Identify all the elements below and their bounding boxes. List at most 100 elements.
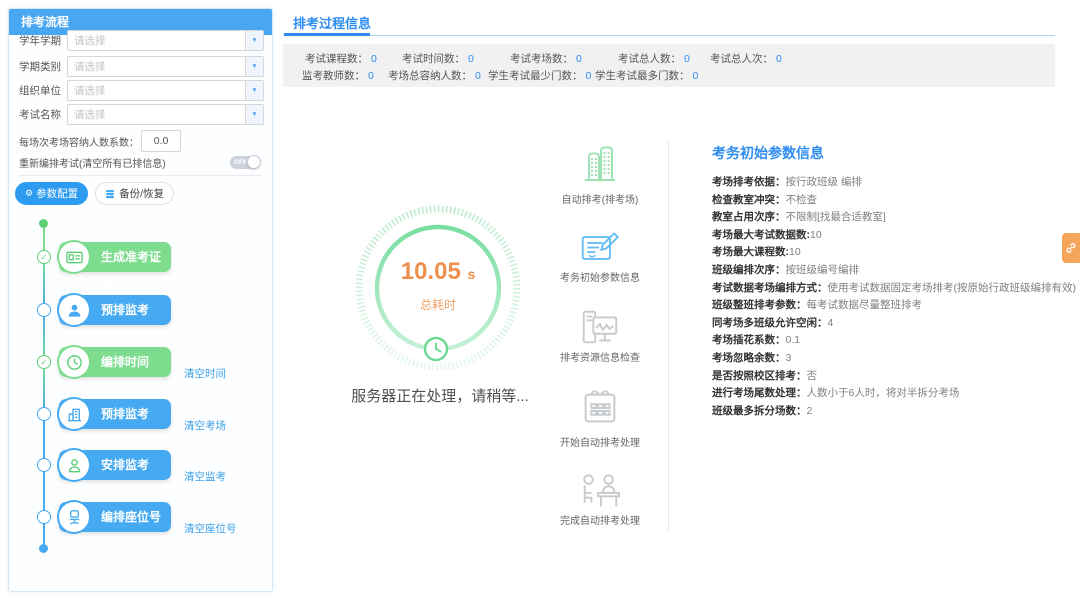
field-label: 考试名称 [19, 107, 67, 122]
step2-label: 预排监考 [101, 303, 149, 317]
initial-params-icon [548, 228, 652, 268]
academic-term-select[interactable]: ▼ [67, 30, 264, 51]
sidebar-buttons: ⚙ 参数配置 备份/恢复 [15, 182, 174, 205]
person-icon [57, 293, 91, 327]
academic-term-input[interactable] [68, 31, 251, 50]
capacity-coefficient-label: 每场次考场容纳人数系数： [19, 134, 139, 149]
stat-total-person-times: 考试总人次：0 [710, 51, 782, 66]
seat-icon [57, 500, 91, 534]
param-line: 班级整班排考参数：每考试数据尽量整班排考 [712, 297, 1062, 315]
step1-label: 生成准考证号 [101, 250, 161, 294]
step1-status-circle: ✓ [37, 250, 51, 264]
exam-stats-bar: 考试课程数：0 考试时间数：0 考试考场数：0 考试总人数：0 考试总人次：0 … [283, 44, 1055, 87]
rearrange-toggle[interactable]: OFF [230, 156, 260, 169]
stat-time-count: 考试时间数：0 [402, 51, 474, 66]
param-line: 教室占用次序：不限制[找最合适教室] [712, 209, 1062, 227]
field-label: 学期类别 [19, 59, 67, 74]
params-panel-title: 考务初始参数信息 [712, 143, 824, 163]
layers-icon [105, 189, 115, 199]
field-label: 学年学期 [19, 33, 67, 48]
clear-invigilator-link[interactable]: 清空监考 [184, 469, 226, 484]
param-line: 进行考场尾数处理：人数小于6人时，将对半拆分考场 [712, 385, 1062, 403]
param-line: 考场排考依据：按行政班级 编排 [712, 174, 1062, 192]
clock-icon [57, 345, 91, 379]
link-icon [1065, 242, 1077, 254]
org-unit-select[interactable]: ▼ [67, 80, 264, 101]
scheduling-flow-panel: 排考流程 学年学期 ▼ 学期类别 ▼ 组织单位 ▼ 考试名称 ▼ 每场次考场容纳… [8, 8, 273, 592]
exam-name-input[interactable] [68, 105, 251, 124]
param-line: 班级编排次序：按班级编号编排 [712, 262, 1062, 280]
param-config-button[interactable]: ⚙ 参数配置 [15, 182, 88, 205]
finish-processing-icon [548, 471, 652, 513]
param-line: 班级最多拆分场数：2 [712, 403, 1062, 421]
server-processing-status: 服务器正在处理，请稍等... [320, 385, 560, 406]
rearrange-toggle-row: 重新编排考试(清空所有已排信息) OFF [19, 155, 260, 169]
stepper-line [43, 414, 45, 548]
step4-status-circle [37, 407, 51, 421]
toggle-knob[interactable] [247, 155, 261, 169]
stat-room-count: 考试考场数：0 [510, 51, 582, 66]
stepper-start-dot [39, 219, 48, 228]
id-card-icon [57, 240, 91, 274]
clear-seat-link[interactable]: 清空座位号 [184, 521, 237, 536]
finish-processing-label: 完成自动排考处理 [540, 512, 660, 527]
param-line: 考场最大考试数据数:10 [712, 227, 1062, 245]
param-line: 是否按照校区排考：否 [712, 368, 1062, 386]
param-line: 考场插花系数：0.1 [712, 332, 1062, 350]
capacity-coefficient-input[interactable] [141, 130, 181, 152]
progress-gauge [350, 200, 526, 376]
resource-check-label: 排考资源信息检查 [540, 349, 660, 364]
chevron-down-icon[interactable]: ▼ [245, 31, 263, 50]
clock-icon [425, 338, 447, 360]
stat-min-subjects: 学生考试最少门数：0 [488, 68, 591, 83]
stat-total-people: 考试总人数：0 [618, 51, 690, 66]
gear-icon: ⚙ [25, 189, 33, 198]
gauge-caption: 总耗时 [350, 296, 526, 313]
field-row-academic-term: 学年学期 ▼ [19, 30, 264, 51]
divider [19, 175, 262, 176]
clear-room-link[interactable]: 清空考场 [184, 418, 226, 433]
start-processing-icon [548, 386, 652, 432]
param-line: 同考场多班级允许空闲：4 [712, 315, 1062, 333]
tab-divider-line [283, 35, 1055, 36]
params-list: 考场排考依据：按行政班级 编排 检查教室冲突：不检查 教室占用次序：不限制[找最… [712, 174, 1062, 420]
clear-time-link[interactable]: 清空时间 [184, 366, 226, 381]
step5-label: 安排监考 [101, 458, 149, 472]
stat-course-count: 考试课程数：0 [305, 51, 377, 66]
backup-restore-button[interactable]: 备份/恢复 [95, 182, 174, 205]
step5-status-circle [37, 458, 51, 472]
param-line: 考试数据考场编排方式：使用考试数据固定考场排考(按原始行政班级编排有效) [712, 280, 1062, 298]
gauge-elapsed-time: 10.05 s [350, 258, 526, 286]
chevron-down-icon[interactable]: ▼ [245, 81, 263, 100]
chevron-down-icon[interactable]: ▼ [245, 105, 263, 124]
param-config-label: 参数配置 [36, 186, 78, 201]
stat-max-subjects: 学生考试最多门数：0 [595, 68, 698, 83]
step3-status-circle: ✓ [37, 355, 51, 369]
chevron-down-icon[interactable]: ▼ [245, 57, 263, 76]
step3-label: 编排时间 [101, 355, 149, 369]
stepper-end-dot [39, 544, 48, 553]
backup-restore-label: 备份/恢复 [119, 186, 164, 201]
exam-name-select[interactable]: ▼ [67, 104, 264, 125]
initial-params-label: 考务初始参数信息 [540, 269, 660, 284]
step2-status-circle [37, 303, 51, 317]
stat-room-capacity: 考场总容纳人数：0 [388, 68, 481, 83]
stat-invigilator-count: 监考教师数：0 [302, 68, 374, 83]
field-row-term-type: 学期类别 ▼ [19, 56, 264, 77]
quick-link-button[interactable] [1062, 233, 1080, 263]
field-row-org-unit: 组织单位 ▼ [19, 80, 264, 101]
param-line: 考场忽略余数：3 [712, 350, 1062, 368]
building-icon [57, 397, 91, 431]
check-icon: ✓ [41, 358, 48, 367]
active-tab-underline [284, 33, 370, 36]
term-type-input[interactable] [68, 57, 251, 76]
vertical-divider [668, 140, 669, 532]
person-outline-icon [57, 448, 91, 482]
org-unit-input[interactable] [68, 81, 251, 100]
term-type-select[interactable]: ▼ [67, 56, 264, 77]
toggle-state-text: OFF [234, 159, 247, 166]
rearrange-toggle-label: 重新编排考试(清空所有已排信息) [19, 155, 166, 170]
tab-process-info[interactable]: 排考过程信息 [293, 13, 371, 32]
auto-schedule-rooms-icon [548, 140, 652, 188]
param-line: 检查教室冲突：不检查 [712, 192, 1062, 210]
